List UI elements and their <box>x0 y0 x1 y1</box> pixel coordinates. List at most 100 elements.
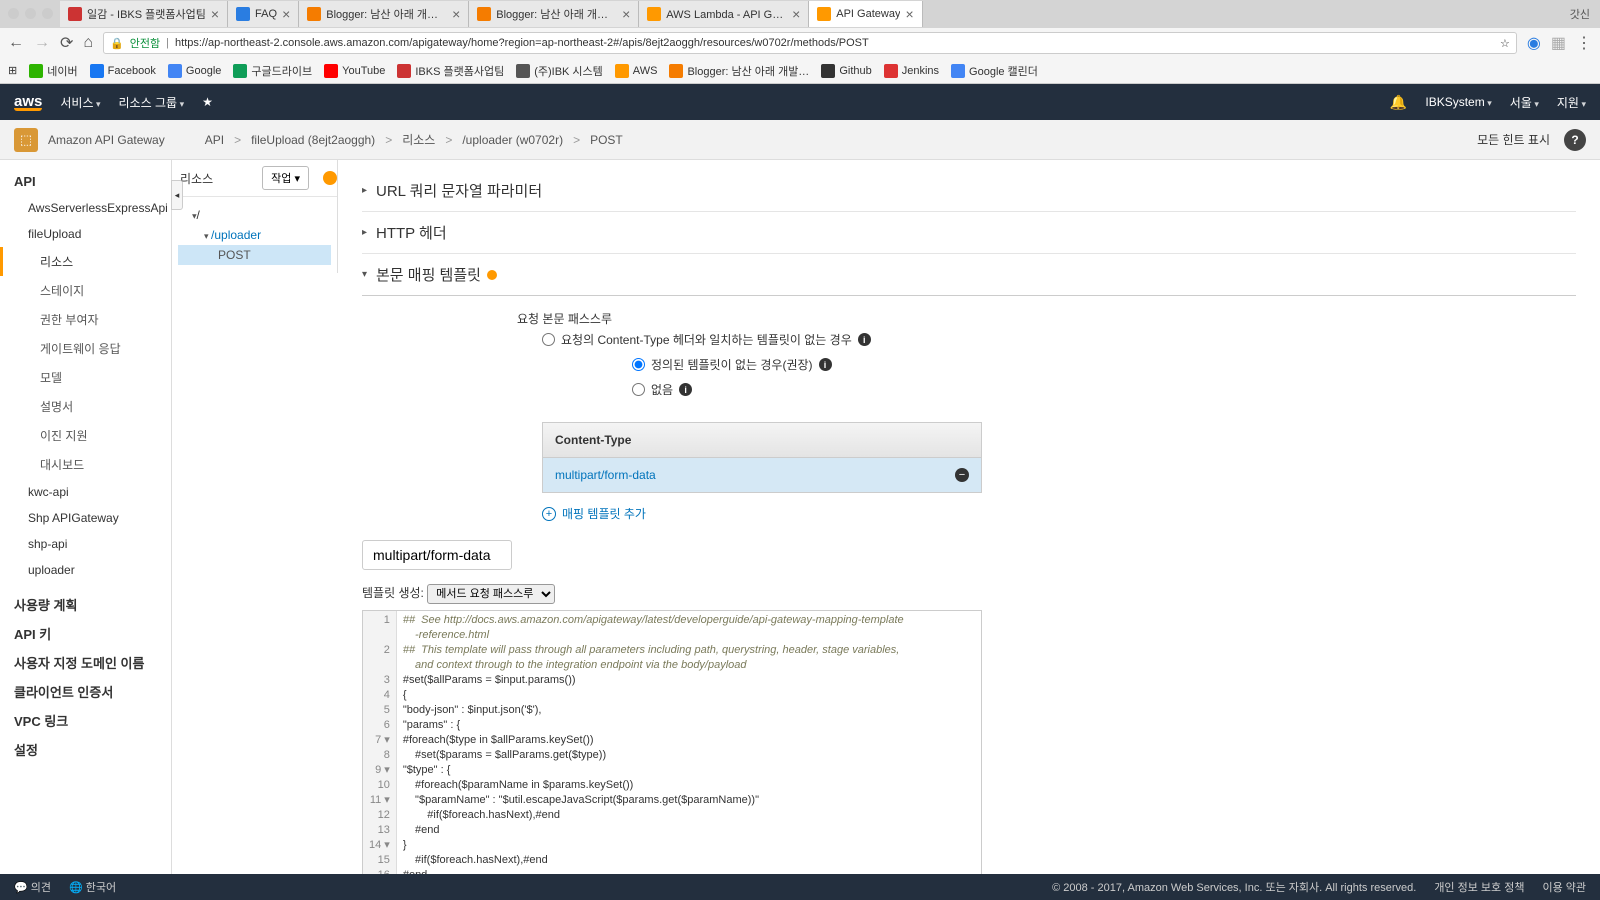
section-http-header[interactable]: ▸ HTTP 헤더 <box>362 212 1576 254</box>
nav-api-item[interactable]: fileUpload <box>0 221 171 247</box>
forward-icon[interactable]: → <box>34 34 50 52</box>
close-icon[interactable]: × <box>211 6 219 22</box>
bookmark[interactable]: Blogger: 남산 아래 개발… <box>669 63 809 79</box>
help-icon[interactable]: ? <box>1564 129 1586 151</box>
bookmark[interactable]: 구글드라이브 <box>233 63 312 79</box>
remove-icon[interactable]: − <box>955 468 969 482</box>
browser-tab[interactable]: AWS Lambda - API Gateway와…× <box>639 1 809 27</box>
aws-logo-icon[interactable]: aws <box>14 93 42 111</box>
bookmark[interactable]: (주)IBK 시스템 <box>516 63 603 79</box>
close-icon[interactable]: × <box>282 6 290 22</box>
breadcrumb-item[interactable]: POST <box>590 133 623 147</box>
nav-section[interactable]: 사용자 지정 도메인 이름 <box>0 649 171 678</box>
browser-tab[interactable]: Blogger: 남산 아래 개발자들 - 새…× <box>299 1 469 27</box>
breadcrumb-item[interactable]: 리소스 <box>402 131 435 148</box>
resource-groups-menu[interactable]: 리소스 그룹 <box>119 94 185 111</box>
bookmarks-bar: ⊞ 네이버 Facebook Google 구글드라이브 YouTube IBK… <box>0 58 1600 84</box>
extension-icon[interactable]: ◉ <box>1527 33 1541 53</box>
tree-method-selected[interactable]: POST <box>178 245 331 265</box>
bookmark[interactable]: Github <box>821 64 871 78</box>
nav-api-item[interactable]: shp-api <box>0 531 171 557</box>
back-icon[interactable]: ← <box>8 34 24 52</box>
menu-icon[interactable]: ⋮ <box>1576 33 1592 53</box>
ct-link[interactable]: multipart/form-data <box>555 468 656 482</box>
region-menu[interactable]: 서울 <box>1510 94 1539 111</box>
account-menu[interactable]: IBKSystem <box>1425 95 1491 109</box>
language-link[interactable]: 🌐 한국어 <box>69 879 116 895</box>
bell-icon[interactable]: 🔔 <box>1390 94 1407 111</box>
extension-icon[interactable]: ▦ <box>1551 33 1566 53</box>
browser-tab[interactable]: FAQ× <box>228 1 299 27</box>
close-icon[interactable]: × <box>905 6 913 22</box>
nav-section[interactable]: API 키 <box>0 620 171 649</box>
nav-section[interactable]: VPC 링크 <box>0 707 171 736</box>
code-editor[interactable]: 1 2 34567 ▾89 ▾1011 ▾121314 ▾151617 ## S… <box>362 610 982 880</box>
nav-api-item[interactable]: uploader <box>0 557 171 583</box>
breadcrumb-item[interactable]: /uploader (w0702r) <box>462 133 563 147</box>
nav-sub-item[interactable]: 이진 지원 <box>0 421 171 450</box>
show-hints[interactable]: 모든 힌트 표시 <box>1477 131 1550 148</box>
bookmark[interactable]: YouTube <box>324 64 385 78</box>
bookmark[interactable]: 네이버 <box>29 63 77 79</box>
lock-icon: 🔒 <box>110 37 124 50</box>
add-template-link[interactable]: + 매핑 템플릿 추가 <box>542 505 1576 522</box>
template-gen-select[interactable]: 메서드 요청 패스스루 <box>427 584 555 604</box>
nav-section[interactable]: 사용량 계획 <box>0 591 171 620</box>
bookmark[interactable]: Facebook <box>90 64 156 78</box>
nav-api-item[interactable]: kwc-api <box>0 479 171 505</box>
radio-option[interactable]: 없음i <box>632 377 1576 402</box>
breadcrumb-service[interactable]: Amazon API Gateway <box>48 133 165 147</box>
section-body-mapping[interactable]: ▾ 본문 매핑 템플릿 <box>362 254 1576 296</box>
nav-sub-item[interactable]: 권한 부여자 <box>0 305 171 334</box>
bookmark[interactable]: Jenkins <box>884 64 939 78</box>
actions-button[interactable]: 작업 ▾ <box>262 166 309 190</box>
browser-tab[interactable]: 일감 - IBKS 플랫폼사업팀× <box>60 1 228 27</box>
nav-sub-item[interactable]: 설명서 <box>0 392 171 421</box>
ct-row[interactable]: multipart/form-data − <box>543 458 981 492</box>
reload-icon[interactable]: ⟳ <box>60 33 73 53</box>
tree-root[interactable]: / <box>178 205 331 225</box>
nav-api-item[interactable]: AwsServerlessExpressApi <box>0 195 171 221</box>
nav-api-item[interactable]: Shp APIGateway <box>0 505 171 531</box>
privacy-link[interactable]: 개인 정보 보호 정책 <box>1434 879 1524 895</box>
passthrough-label: 요청 본문 패스스루 <box>452 310 622 327</box>
nav-sub-item[interactable]: 모델 <box>0 363 171 392</box>
nav-section[interactable]: 설정 <box>0 736 171 765</box>
nav-sub-item[interactable]: 스테이지 <box>0 276 171 305</box>
bookmark[interactable]: AWS <box>615 64 658 78</box>
tree-resource[interactable]: /uploader <box>178 225 331 245</box>
feedback-link[interactable]: 💬 의견 <box>14 879 51 895</box>
info-icon[interactable]: i <box>819 358 832 371</box>
chevron-right-icon: ▸ <box>362 185 376 196</box>
nav-section[interactable]: 클라이언트 인증서 <box>0 678 171 707</box>
bookmark[interactable]: Google <box>168 64 221 78</box>
breadcrumb-item[interactable]: API <box>205 133 224 147</box>
support-menu[interactable]: 지원 <box>1557 94 1586 111</box>
bookmark[interactable]: IBKS 플랫폼사업팀 <box>397 63 504 79</box>
home-icon[interactable]: ⌂ <box>83 34 93 52</box>
pin-icon[interactable]: ★ <box>202 95 213 109</box>
radio-option[interactable]: 정의된 템플릿이 없는 경우(권장)i <box>632 352 832 377</box>
apps-icon[interactable]: ⊞ <box>8 64 17 77</box>
content-type-input[interactable] <box>362 540 512 570</box>
collapse-handle-icon[interactable]: ◂ <box>171 180 183 210</box>
url-bar[interactable]: 🔒 안전함 | https://ap-northeast-2.console.a… <box>103 32 1517 54</box>
nav-sub-item[interactable]: 게이트웨이 응답 <box>0 334 171 363</box>
section-url-query[interactable]: ▸ URL 쿼리 문자열 파라미터 <box>362 170 1576 212</box>
close-icon[interactable]: × <box>452 6 460 22</box>
info-icon[interactable]: i <box>679 383 692 396</box>
radio-option[interactable]: 요청의 Content-Type 헤더와 일치하는 템플릿이 없는 경우i <box>542 327 1576 352</box>
star-icon[interactable]: ☆ <box>1500 37 1510 50</box>
nav-sub-resources[interactable]: 리소스 <box>0 247 171 276</box>
method-content: ▸ URL 쿼리 문자열 파라미터 ▸ HTTP 헤더 ▾ 본문 매핑 템플릿 … <box>338 160 1600 880</box>
info-icon[interactable]: i <box>858 333 871 346</box>
nav-sub-item[interactable]: 대시보드 <box>0 450 171 479</box>
breadcrumb-item[interactable]: fileUpload (8ejt2aoggh) <box>251 133 375 147</box>
services-menu[interactable]: 서비스 <box>60 94 100 111</box>
close-icon[interactable]: × <box>622 6 630 22</box>
close-icon[interactable]: × <box>792 6 800 22</box>
terms-link[interactable]: 이용 약관 <box>1542 879 1586 895</box>
browser-tab[interactable]: Blogger: 남산 아래 개발자들 - 모…× <box>469 1 639 27</box>
bookmark[interactable]: Google 캘린더 <box>951 63 1038 79</box>
browser-tab-active[interactable]: API Gateway× <box>809 1 922 27</box>
